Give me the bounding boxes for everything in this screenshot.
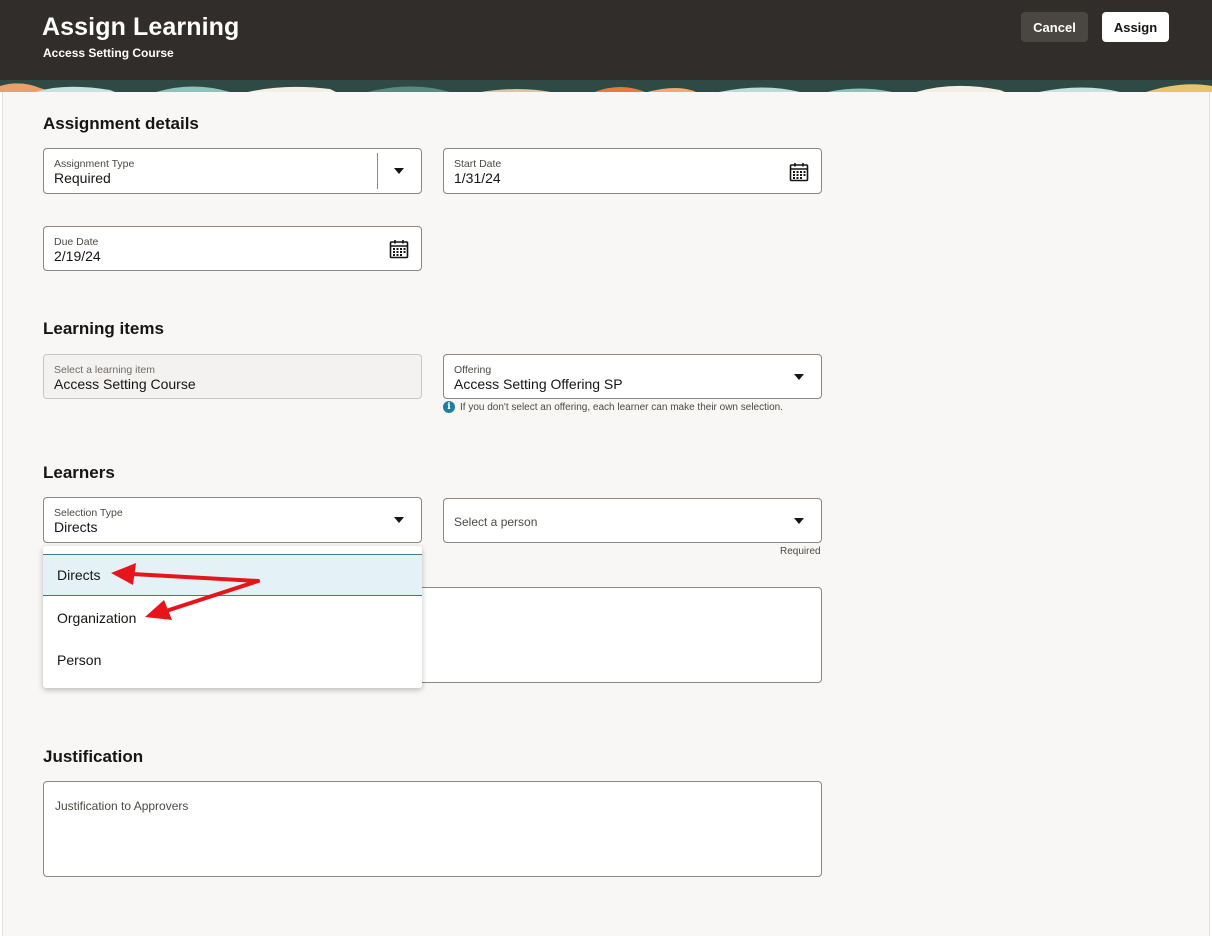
learning-item-field: Select a learning item Access Setting Co…: [43, 354, 422, 399]
chevron-down-icon[interactable]: [394, 517, 404, 523]
due-date-field[interactable]: Due Date 2/19/24: [43, 226, 422, 271]
due-date-value: 2/19/24: [54, 248, 101, 264]
learning-item-value: Access Setting Course: [54, 376, 196, 392]
offering-hint: i If you don't select an offering, each …: [443, 401, 783, 413]
offering-label: Offering: [454, 364, 492, 376]
offering-hint-text: If you don't select an offering, each le…: [460, 401, 784, 413]
page-subtitle: Access Setting Course: [43, 46, 174, 60]
justification-placeholder: Justification to Approvers: [55, 799, 189, 813]
option-person[interactable]: Person: [43, 639, 422, 681]
selection-type-dropdown: Directs Organization Person: [43, 546, 422, 688]
start-date-label: Start Date: [454, 158, 502, 170]
calendar-icon[interactable]: [389, 239, 409, 259]
required-indicator: Required: [780, 546, 821, 557]
assignment-type-value: Required: [54, 170, 111, 186]
learning-items-heading: Learning items: [43, 319, 164, 338]
decorative-banner: [0, 80, 1212, 92]
chevron-down-icon[interactable]: [794, 518, 804, 524]
selection-type-label: Selection Type: [54, 507, 123, 519]
assignment-type-select[interactable]: Assignment Type Required: [43, 148, 422, 194]
assignment-details-heading: Assignment details: [43, 114, 199, 133]
justification-heading: Justification: [43, 747, 144, 766]
justification-textarea[interactable]: Justification to Approvers: [43, 781, 822, 877]
due-date-label: Due Date: [54, 236, 99, 248]
option-directs[interactable]: Directs: [43, 554, 422, 596]
person-placeholder: Select a person: [454, 515, 538, 529]
select-divider: [377, 153, 378, 189]
chevron-down-icon[interactable]: [794, 374, 804, 380]
offering-value: Access Setting Offering SP: [454, 376, 623, 392]
calendar-icon[interactable]: [789, 162, 809, 182]
option-organization[interactable]: Organization: [43, 597, 422, 639]
page-header: Assign Learning Access Setting Course Ca…: [0, 0, 1212, 92]
selection-type-value: Directs: [54, 519, 98, 535]
person-select[interactable]: Select a person: [443, 498, 822, 543]
page-title: Assign Learning: [42, 13, 240, 41]
info-icon: i: [443, 401, 455, 413]
start-date-value: 1/31/24: [454, 170, 501, 186]
learners-heading: Learners: [43, 463, 115, 482]
assignment-type-label: Assignment Type: [54, 158, 135, 170]
start-date-field[interactable]: Start Date 1/31/24: [443, 148, 822, 194]
learning-item-label: Select a learning item: [54, 364, 155, 376]
chevron-down-icon[interactable]: [394, 168, 404, 174]
cancel-button[interactable]: Cancel: [1021, 12, 1088, 42]
assign-button[interactable]: Assign: [1102, 12, 1169, 42]
selection-type-select[interactable]: Selection Type Directs: [43, 497, 422, 543]
offering-select[interactable]: Offering Access Setting Offering SP: [443, 354, 822, 399]
